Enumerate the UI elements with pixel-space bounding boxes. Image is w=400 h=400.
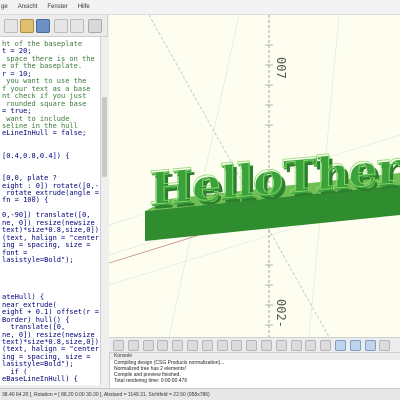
axis-label-bottom: 002- [274, 299, 288, 328]
code-line: [0.4,0.8,0.4]) { [2, 151, 70, 160]
render-icon[interactable] [127, 340, 139, 351]
code-line: lasistyle=Bold"); [2, 256, 74, 265]
code-editor[interactable]: ht of the baseplate t = 20; space there i… [0, 37, 108, 385]
axes-icon[interactable] [349, 340, 361, 351]
scale-markers-icon[interactable] [364, 340, 376, 351]
back-view-icon[interactable] [275, 340, 287, 351]
front-view-icon[interactable] [261, 340, 272, 351]
perspective-icon[interactable] [320, 340, 332, 351]
console-panel: Konsole Compiling design (CSG Products n… [109, 353, 400, 388]
left-view-icon[interactable] [246, 340, 258, 351]
zoom-out-icon[interactable] [172, 340, 184, 351]
bottom-view-icon[interactable] [231, 340, 243, 351]
editor-scrollbar-thumb[interactable] [102, 97, 107, 177]
view-toolbar [109, 337, 400, 353]
zoom-in-icon[interactable] [157, 340, 169, 351]
menu-item-window[interactable]: Fenster [46, 0, 68, 15]
console-line: Total rendering time: 0:00:00.476 [114, 378, 188, 384]
menu-bar: ge Ansicht Fenster Hilfe [0, 0, 400, 15]
code-line: eBaseLineInHull) { [2, 375, 78, 384]
open-file-icon[interactable] [20, 19, 34, 33]
menu-item-help[interactable]: Hilfe [77, 0, 91, 15]
zoom-all-icon[interactable] [142, 340, 154, 351]
editor-scrollbar[interactable] [100, 37, 108, 385]
viewport-scene: 007 002- HelloThere HelloThere HelloTher… [109, 15, 400, 337]
axis-label-top: 007 [274, 57, 288, 79]
save-icon[interactable] [36, 19, 50, 33]
editor-toolbar [0, 15, 108, 37]
reset-view-icon[interactable] [187, 340, 198, 351]
code-line: fn = 100) { [2, 196, 49, 205]
preview-icon[interactable] [113, 340, 124, 351]
menu-item-edit[interactable]: ge [0, 0, 9, 15]
diagonal-view-icon[interactable] [290, 340, 302, 351]
undo-icon[interactable] [54, 19, 68, 33]
redo-icon[interactable] [70, 19, 84, 33]
menu-item-view[interactable]: Ansicht [17, 0, 39, 15]
orthogonal-icon[interactable] [335, 340, 346, 351]
console-title: Konsole [110, 353, 400, 360]
preview-icon[interactable] [88, 19, 102, 33]
3d-viewport[interactable]: 007 002- HelloThere HelloThere HelloTher… [109, 15, 400, 337]
edges-icon[interactable] [379, 340, 391, 351]
right-view-icon[interactable] [201, 340, 213, 351]
new-file-icon[interactable] [4, 19, 18, 33]
top-view-icon[interactable] [216, 340, 228, 351]
status-bar: 38.40 64.20 ], Rotation = [ 88.20 0.00 3… [0, 388, 400, 400]
code-line: eLineInHull = false; [2, 129, 87, 138]
center-view-icon[interactable] [305, 340, 317, 351]
